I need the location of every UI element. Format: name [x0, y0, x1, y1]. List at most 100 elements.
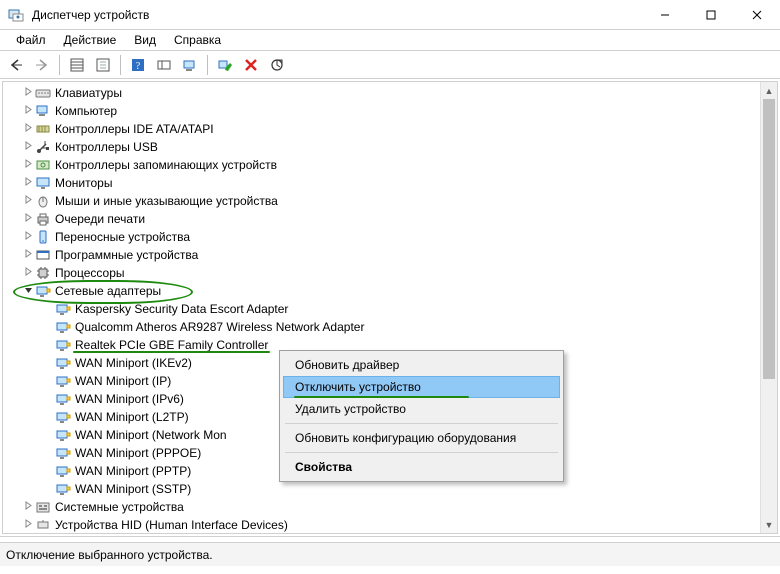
status-bar: Отключение выбранного устройства.: [0, 542, 780, 566]
scroll-down-icon[interactable]: ▼: [761, 516, 777, 533]
nic-icon: [55, 445, 71, 461]
scan-hardware-button[interactable]: [178, 53, 202, 77]
tree-node[interactable]: Kaspersky Security Data Escort Adapter: [3, 300, 760, 318]
minimize-button[interactable]: [642, 0, 688, 30]
storage-icon: [35, 157, 51, 173]
tree-node[interactable]: WAN Miniport (SSTP): [3, 480, 760, 498]
tree-node[interactable]: Сетевые адаптеры: [3, 282, 760, 300]
tree-node-label: Переносные устройства: [55, 230, 190, 244]
tree-node-label: WAN Miniport (PPPOE): [75, 446, 201, 460]
tree-node[interactable]: Контроллеры запоминающих устройств: [3, 156, 760, 174]
tree-node[interactable]: Очереди печати: [3, 210, 760, 228]
tree-node-label: Процессоры: [55, 266, 125, 280]
ctx-separator: [285, 452, 558, 453]
tree-node[interactable]: Мониторы: [3, 174, 760, 192]
forward-button[interactable]: [30, 53, 54, 77]
toolbar-separator: [59, 55, 60, 75]
tree-node[interactable]: Переносные устройства: [3, 228, 760, 246]
enable-device-button[interactable]: [213, 53, 237, 77]
tree-node-label: Контроллеры IDE ATA/ATAPI: [55, 122, 214, 136]
menu-action[interactable]: Действие: [56, 31, 125, 49]
tree-node[interactable]: Клавиатуры: [3, 84, 760, 102]
tree-node-label: Компьютер: [55, 104, 117, 118]
tree-node[interactable]: Контроллеры USB: [3, 138, 760, 156]
tree-node[interactable]: Контроллеры IDE ATA/ATAPI: [3, 120, 760, 138]
expand-arrow-icon[interactable]: [21, 123, 35, 135]
expand-arrow-icon[interactable]: [21, 213, 35, 225]
tree-node[interactable]: Компьютер: [3, 102, 760, 120]
nic-icon: [55, 355, 71, 371]
tree-node-label: Realtek PCIe GBE Family Controller: [75, 338, 268, 352]
tree-node-label: Устройства HID (Human Interface Devices): [55, 518, 288, 532]
printer-icon: [35, 211, 51, 227]
expand-arrow-icon[interactable]: [21, 519, 35, 531]
scroll-up-icon[interactable]: ▲: [761, 82, 777, 99]
system-icon: [35, 499, 51, 515]
tree-node[interactable]: Процессоры: [3, 264, 760, 282]
tree-node-label: Контроллеры USB: [55, 140, 158, 154]
expand-arrow-icon[interactable]: [21, 267, 35, 279]
expand-arrow-icon[interactable]: [21, 159, 35, 171]
back-button[interactable]: [4, 53, 28, 77]
tree-node-label: WAN Miniport (L2TP): [75, 410, 189, 424]
expand-arrow-icon[interactable]: [21, 231, 35, 243]
nic-icon: [35, 283, 51, 299]
expand-arrow-icon[interactable]: [21, 141, 35, 153]
expand-arrow-icon[interactable]: [21, 501, 35, 513]
tree-node-label: Очереди печати: [55, 212, 145, 226]
ctx-properties[interactable]: Свойства: [283, 456, 560, 478]
expand-arrow-icon[interactable]: [21, 87, 35, 99]
computer-icon: [35, 103, 51, 119]
show-hide-tree-button[interactable]: [65, 53, 89, 77]
close-button[interactable]: [734, 0, 780, 30]
nic-icon: [55, 301, 71, 317]
ctx-disable-device[interactable]: Отключить устройство: [283, 376, 560, 398]
nic-icon: [55, 409, 71, 425]
ctx-disable-label: Отключить устройство: [295, 380, 421, 394]
ctx-remove-device[interactable]: Удалить устройство: [283, 398, 560, 420]
tree-node-label: Мониторы: [55, 176, 112, 190]
uninstall-device-button[interactable]: [239, 53, 263, 77]
window-title: Диспетчер устройств: [32, 8, 642, 22]
keyboard-icon: [35, 85, 51, 101]
tree-node-label: WAN Miniport (Network Mon: [75, 428, 227, 442]
expand-arrow-icon[interactable]: [21, 195, 35, 207]
menu-help[interactable]: Справка: [166, 31, 229, 49]
ctx-update-driver[interactable]: Обновить драйвер: [283, 354, 560, 376]
context-menu: Обновить драйвер Отключить устройство Уд…: [279, 350, 564, 482]
tree-node[interactable]: Qualcomm Atheros AR9287 Wireless Network…: [3, 318, 760, 336]
tree-node[interactable]: Системные устройства: [3, 498, 760, 516]
ide-icon: [35, 121, 51, 137]
mouse-icon: [35, 193, 51, 209]
nic-icon: [55, 427, 71, 443]
vertical-scrollbar[interactable]: ▲ ▼: [760, 82, 777, 533]
cpu-icon: [35, 265, 51, 281]
tree-node-label: Программные устройства: [55, 248, 198, 262]
expand-arrow-icon[interactable]: [21, 285, 35, 297]
software-icon: [35, 247, 51, 263]
properties-button[interactable]: [91, 53, 115, 77]
svg-text:?: ?: [136, 61, 141, 72]
view-mode-button[interactable]: [152, 53, 176, 77]
window-controls: [642, 0, 780, 30]
tree-node[interactable]: Устройства HID (Human Interface Devices): [3, 516, 760, 533]
expand-arrow-icon[interactable]: [21, 249, 35, 261]
tree-node-label: WAN Miniport (IP): [75, 374, 171, 388]
help-button[interactable]: ?: [126, 53, 150, 77]
update-driver-button[interactable]: [265, 53, 289, 77]
tree-node[interactable]: Мыши и иные указывающие устройства: [3, 192, 760, 210]
scroll-thumb[interactable]: [763, 99, 775, 379]
nic-icon: [55, 319, 71, 335]
tree-node-label: Kaspersky Security Data Escort Adapter: [75, 302, 288, 316]
tree-node-label: Системные устройства: [55, 500, 184, 514]
menu-file[interactable]: Файл: [8, 31, 54, 49]
tree-node[interactable]: Программные устройства: [3, 246, 760, 264]
app-icon: [8, 7, 24, 23]
expand-arrow-icon[interactable]: [21, 177, 35, 189]
ctx-refresh-hardware[interactable]: Обновить конфигурацию оборудования: [283, 427, 560, 449]
menu-view[interactable]: Вид: [126, 31, 164, 49]
status-text: Отключение выбранного устройства.: [6, 548, 213, 562]
maximize-button[interactable]: [688, 0, 734, 30]
expand-arrow-icon[interactable]: [21, 105, 35, 117]
toolbar-separator: [207, 55, 208, 75]
